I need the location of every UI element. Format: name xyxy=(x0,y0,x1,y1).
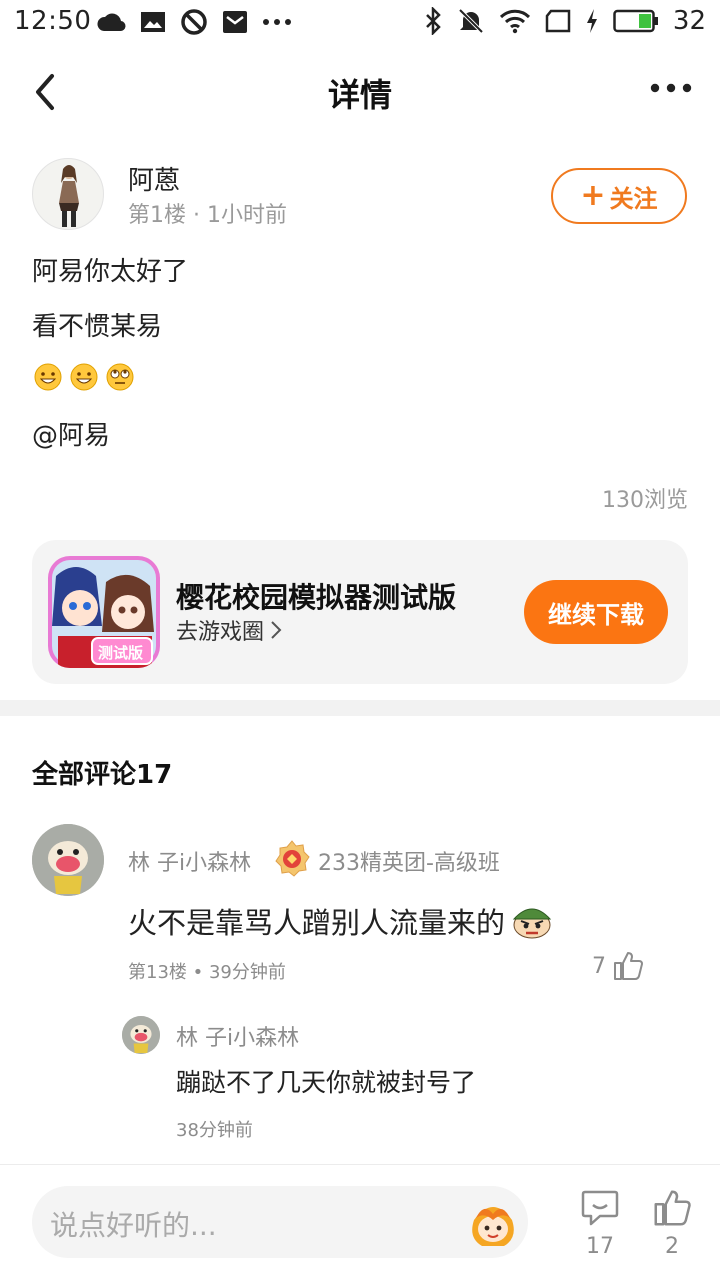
game-title[interactable]: 樱花校园模拟器测试版 xyxy=(176,576,456,616)
block-icon xyxy=(181,9,207,35)
follow-button[interactable]: + 关注 xyxy=(551,168,687,224)
status-time: 12:50 xyxy=(14,6,92,36)
game-circle-link[interactable]: 去游戏圈 xyxy=(176,614,282,646)
meta-separator: · xyxy=(193,203,207,228)
grin-emoji-icon xyxy=(70,363,98,391)
game-icon: 测试版 xyxy=(48,556,160,668)
comment-body: 火不是靠骂人蹭别人流量来的 xyxy=(128,906,506,940)
commenter-badge: 233精英团-高级班 xyxy=(318,851,500,876)
medal-badge-icon xyxy=(275,840,310,877)
section-divider xyxy=(0,700,720,716)
reply-time: 38分钟前 xyxy=(176,1120,253,1141)
plus-icon: + xyxy=(580,178,606,213)
comment-floor: 第13楼 xyxy=(128,962,187,983)
author-avatar[interactable] xyxy=(32,158,104,230)
image-icon xyxy=(141,12,165,32)
comment-input[interactable]: 说点好听的... xyxy=(32,1186,528,1258)
commenter-name[interactable]: 林 子i小森林 xyxy=(128,845,251,877)
comment-count-button[interactable]: 17 xyxy=(578,1188,622,1259)
weather-icon xyxy=(97,13,126,32)
meta-separator: • xyxy=(192,962,209,983)
more-icon xyxy=(263,19,291,25)
more-dots-icon[interactable] xyxy=(650,76,692,100)
thumbs-up-icon xyxy=(614,952,643,980)
comments-header: 全部评论17 xyxy=(32,760,173,790)
charge-icon xyxy=(586,9,597,33)
mail-icon xyxy=(223,11,247,33)
emoji-picker-icon[interactable] xyxy=(466,1196,520,1250)
chevron-right-icon xyxy=(271,621,282,639)
game-icon-badge: 测试版 xyxy=(98,644,144,662)
post-text-line: 阿易你太好了 xyxy=(32,257,189,287)
mention-link[interactable]: @阿易 xyxy=(32,415,110,452)
bluetooth-icon xyxy=(426,7,441,35)
post-floor: 第1楼 xyxy=(128,203,186,228)
page-title: 详情 xyxy=(327,76,392,114)
comment-meta: 第13楼 • 39分钟前 xyxy=(128,958,286,984)
grin-emoji-icon xyxy=(34,363,62,391)
post-time: 1小时前 xyxy=(207,203,287,228)
reply-avatar-figure xyxy=(122,1016,160,1054)
comment-time: 39分钟前 xyxy=(208,962,286,983)
angry-soldier-emoji-icon xyxy=(512,908,552,939)
reply-avatar[interactable] xyxy=(122,1016,160,1054)
post-like-count: 2 xyxy=(665,1234,679,1259)
author-name[interactable]: 阿蒽 xyxy=(128,160,180,197)
commenter-avatar[interactable] xyxy=(32,824,104,896)
game-card[interactable]: 测试版 樱花校园模拟器测试版 去游戏圈 继续下载 xyxy=(32,540,688,684)
bottom-divider xyxy=(0,1164,720,1165)
battery-level: 32 xyxy=(672,6,706,36)
author-avatar-figure xyxy=(59,165,79,227)
post-like-button[interactable]: 2 xyxy=(650,1188,694,1259)
eye-roll-emoji-icon xyxy=(106,363,134,391)
nav-bar: 详情 xyxy=(0,46,720,136)
comment-input-placeholder: 说点好听的... xyxy=(50,1209,217,1242)
follow-label: 关注 xyxy=(609,184,658,213)
reply-text: 蹦跶不了几天你就被封号了 xyxy=(176,1068,477,1097)
comment-like-count: 7 xyxy=(592,953,606,979)
continue-download-button[interactable]: 继续下载 xyxy=(524,580,668,644)
thumbs-up-icon xyxy=(654,1190,691,1226)
comment-count: 17 xyxy=(586,1234,614,1259)
sim-icon xyxy=(545,9,571,33)
reply-author-name[interactable]: 林 子i小森林 xyxy=(176,1020,299,1052)
battery-icon xyxy=(613,9,658,33)
mute-icon xyxy=(458,8,484,34)
commenter-avatar-figure xyxy=(32,824,104,896)
status-bar: 12:50 32 xyxy=(0,0,720,46)
post-emoji-row xyxy=(33,362,135,392)
game-circle-label: 去游戏圈 xyxy=(176,620,265,645)
wifi-icon xyxy=(499,9,530,34)
post-meta: 第1楼 · 1小时前 xyxy=(128,197,287,229)
view-count: 130浏览 xyxy=(602,488,688,513)
comment-bubble-icon xyxy=(581,1190,619,1226)
post-text-line: 看不惯某易 xyxy=(32,312,163,342)
comment-like-button[interactable]: 7 xyxy=(592,950,644,982)
comment-text: 火不是靠骂人蹭别人流量来的 xyxy=(128,900,553,942)
